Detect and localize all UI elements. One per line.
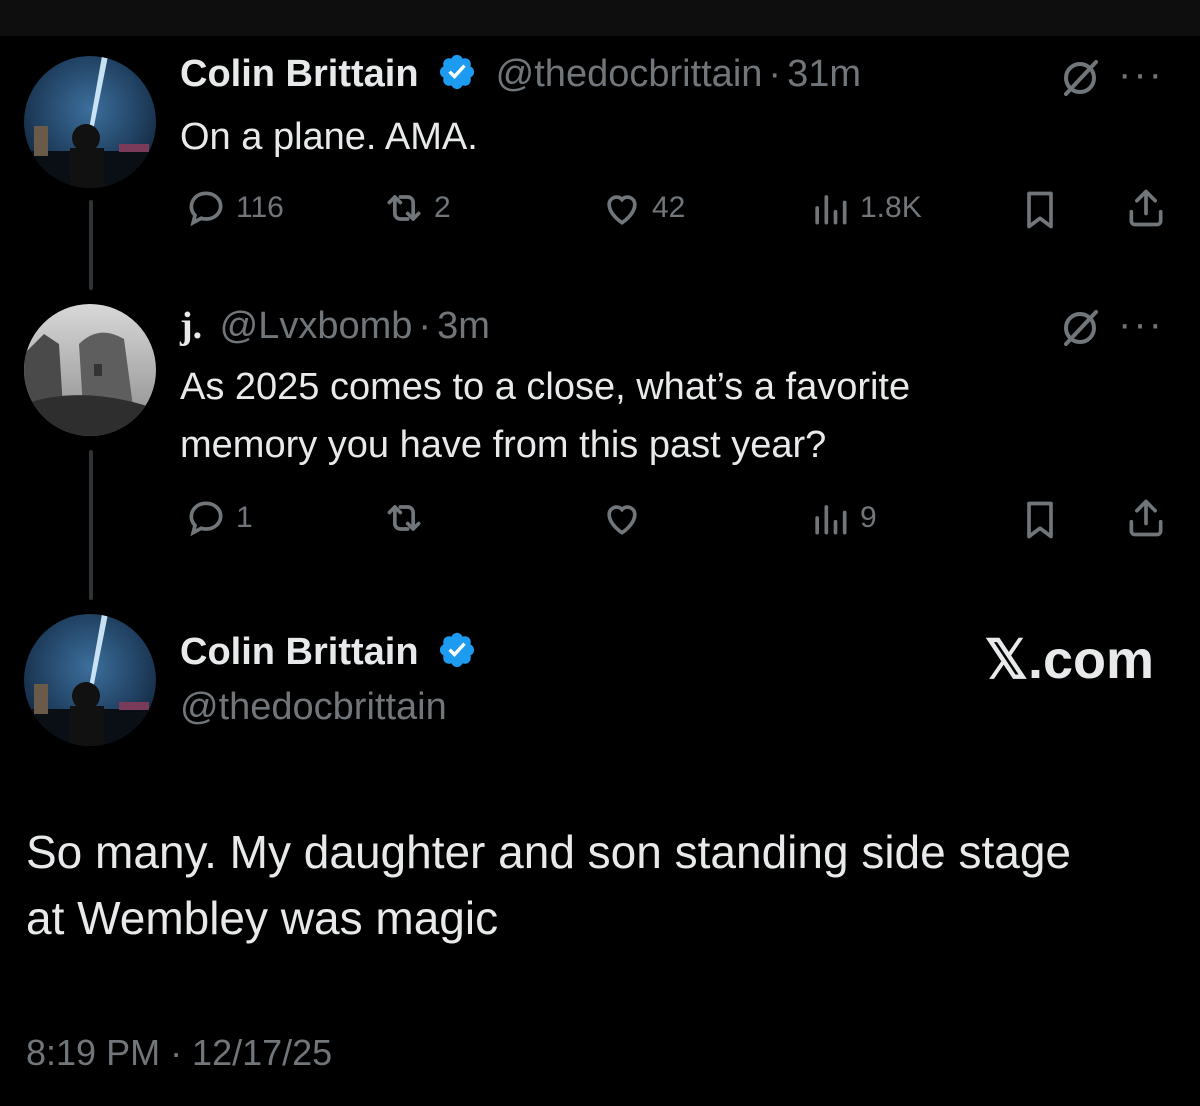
status-bar	[0, 0, 1200, 36]
reply-icon	[189, 191, 223, 227]
like-button[interactable]	[600, 496, 644, 540]
more-icon[interactable]: ···	[1118, 52, 1164, 97]
separator: ·	[768, 53, 782, 95]
reply-button[interactable]: 1	[184, 496, 253, 540]
like-count: 42	[652, 191, 686, 224]
author-handle[interactable]: @Lvxbomb	[220, 305, 413, 347]
views-button[interactable]: 9	[808, 496, 877, 540]
view-count: 1.8K	[860, 191, 922, 224]
share-icon[interactable]	[1124, 496, 1168, 540]
post-text: On a plane. AMA.	[180, 116, 478, 158]
post-text-line: memory you have from this past year?	[180, 424, 827, 466]
view-count: 9	[860, 501, 877, 534]
views-icon	[815, 195, 847, 225]
repost-icon	[387, 195, 421, 221]
author-handle[interactable]: @thedocbrittain	[496, 53, 763, 95]
reply-icon	[189, 501, 223, 537]
repost-icon	[387, 505, 421, 531]
reply-count: 1	[236, 501, 253, 534]
avatar[interactable]	[24, 304, 156, 436]
more-icon[interactable]: ···	[1118, 302, 1164, 347]
post-timestamp[interactable]: 8:19 PM · 12/17/25	[26, 1032, 332, 1074]
separator: ·	[418, 305, 432, 347]
author-name[interactable]: Colin Brittain	[180, 53, 419, 95]
verified-badge-icon	[440, 54, 475, 90]
share-icon[interactable]	[1124, 186, 1168, 230]
brand-logo: 𝕏.com	[984, 630, 1154, 690]
post-text-line: at Wembley was magic	[26, 892, 499, 944]
repost-count: 2	[434, 191, 451, 224]
bookmark-icon[interactable]	[1018, 188, 1062, 232]
views-icon	[815, 505, 847, 535]
post-time[interactable]: 31m	[787, 53, 861, 95]
views-button[interactable]: 1.8K	[808, 186, 922, 230]
post-time[interactable]: 3m	[437, 305, 490, 347]
author-name[interactable]: j.	[180, 305, 202, 347]
verified-badge-icon	[440, 632, 475, 668]
post-text-line: So many. My daughter and son standing si…	[26, 826, 1072, 878]
grok-icon[interactable]	[1058, 56, 1102, 100]
author-handle[interactable]: @thedocbrittain	[180, 686, 447, 729]
author-name[interactable]: Colin Brittain	[180, 631, 419, 673]
reply-count: 116	[236, 191, 284, 224]
thread-line	[89, 450, 93, 600]
heart-icon	[607, 505, 637, 535]
bookmark-icon[interactable]	[1018, 498, 1062, 542]
repost-button[interactable]	[382, 496, 426, 540]
post-text-line: As 2025 comes to a close, what’s a favor…	[180, 366, 911, 408]
repost-button[interactable]: 2	[382, 186, 451, 230]
heart-icon	[607, 195, 637, 225]
like-button[interactable]: 42	[600, 186, 685, 230]
avatar[interactable]	[24, 56, 156, 188]
thread-line	[89, 200, 93, 290]
avatar[interactable]	[24, 614, 156, 746]
reply-button[interactable]: 116	[184, 186, 284, 230]
grok-icon[interactable]	[1058, 306, 1102, 350]
